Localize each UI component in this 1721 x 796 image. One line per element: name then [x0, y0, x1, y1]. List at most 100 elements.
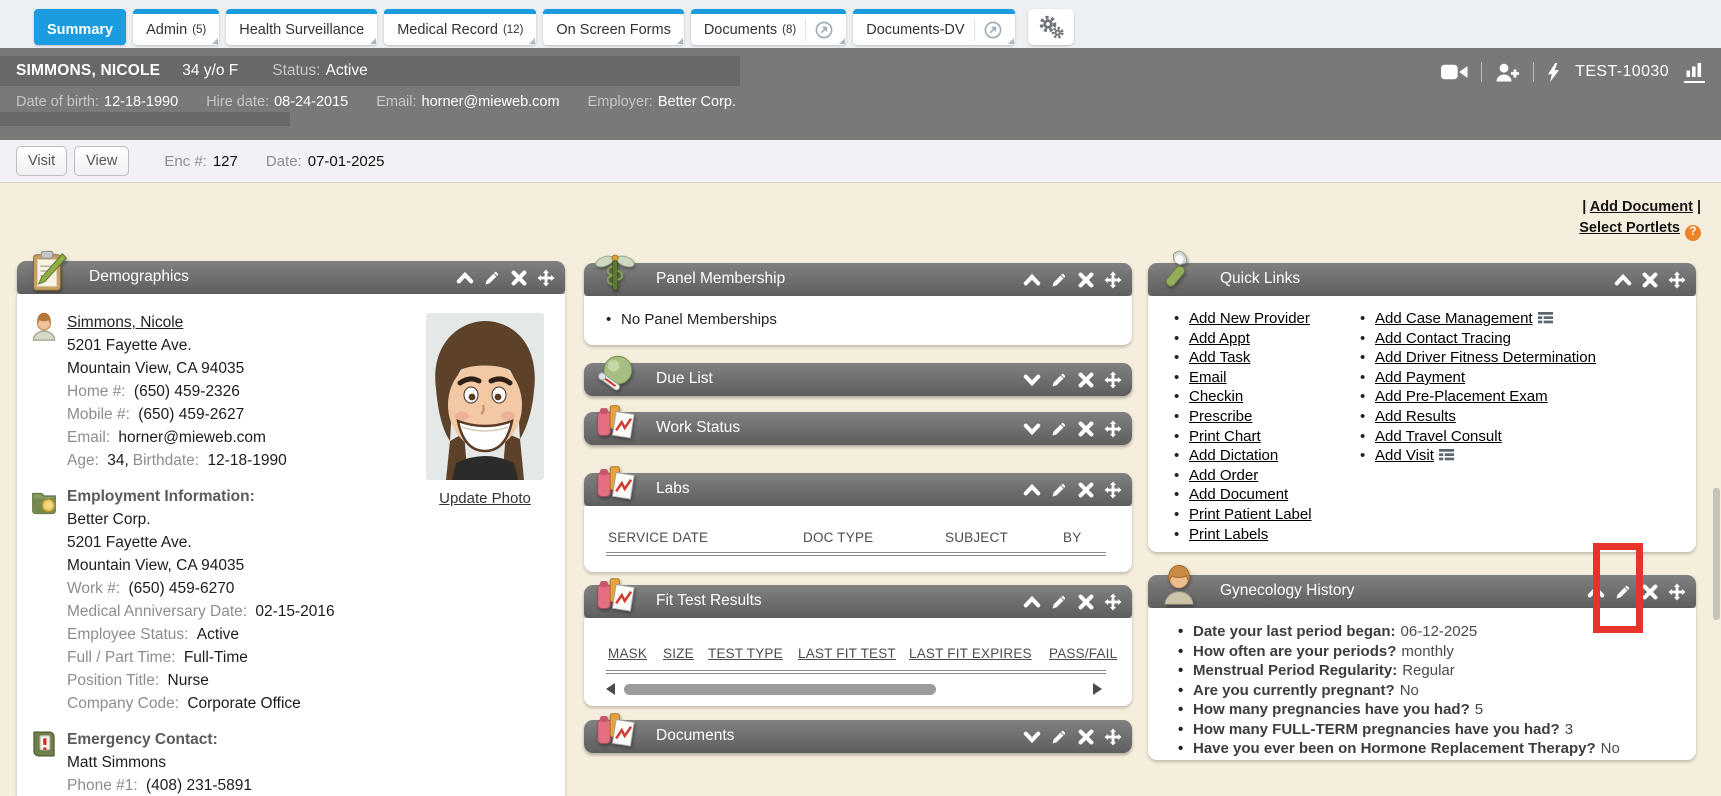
fit-test-column-header[interactable]: LAST FIT EXPIRES: [909, 646, 1032, 661]
demographics-collapse-button[interactable]: [456, 269, 474, 287]
quick-link-add-driver-fitness-determination[interactable]: Add Driver Fitness Determination: [1375, 349, 1596, 366]
quick-link-add-case-management[interactable]: Add Case Management: [1375, 310, 1533, 327]
portlet-header[interactable]: Fit Test Results: [584, 585, 1132, 618]
quick-link-add-contact-tracing[interactable]: Add Contact Tracing: [1375, 330, 1511, 347]
bar-chart-icon[interactable]: [1684, 62, 1705, 83]
quick-links-close-button[interactable]: [1641, 271, 1659, 289]
labs-collapse-button[interactable]: [1023, 481, 1041, 499]
work-status-expand-button[interactable]: [1023, 420, 1041, 438]
vertical-scrollbar-thumb[interactable]: [1713, 488, 1720, 620]
patient-chart-id: TEST-10030: [1575, 63, 1669, 81]
labs-close-button[interactable]: [1077, 481, 1095, 499]
labs-edit-button[interactable]: [1050, 481, 1068, 499]
due-list-edit-button[interactable]: [1050, 371, 1068, 389]
panel-membership-collapse-button[interactable]: [1023, 271, 1041, 289]
tab-summary[interactable]: Summary: [34, 9, 126, 45]
tab-label: Admin: [146, 22, 187, 38]
panel-membership-close-button[interactable]: [1077, 271, 1095, 289]
panel-membership-move-handle[interactable]: [1104, 271, 1122, 289]
video-camera-icon[interactable]: [1441, 63, 1468, 81]
quick-links-move-handle[interactable]: [1668, 271, 1686, 289]
fit-test-move-handle[interactable]: [1104, 593, 1122, 611]
update-photo-link[interactable]: Update Photo: [432, 490, 538, 507]
quick-link-checkin[interactable]: Checkin: [1189, 388, 1243, 405]
view-button[interactable]: View: [74, 146, 129, 176]
portlet-header[interactable]: Documents: [584, 720, 1132, 753]
fit-test-column-header[interactable]: TEST TYPE: [708, 646, 783, 661]
portlet-header[interactable]: Demographics: [17, 261, 565, 294]
quick-link-add-payment[interactable]: Add Payment: [1375, 369, 1465, 386]
fit-test-edit-button[interactable]: [1050, 593, 1068, 611]
demographics-move-handle[interactable]: [537, 269, 555, 287]
fit-test-close-button[interactable]: [1077, 593, 1095, 611]
fit-test-collapse-button[interactable]: [1023, 593, 1041, 611]
documents-move-handle[interactable]: [1104, 728, 1122, 746]
tab-documents-dv[interactable]: Documents-DV: [853, 9, 1014, 45]
quick-link-prescribe[interactable]: Prescribe: [1189, 408, 1252, 425]
tab-on-screen-forms[interactable]: On Screen Forms: [543, 9, 683, 45]
tab-documents[interactable]: Documents(8): [691, 9, 846, 45]
fit-test-column-header[interactable]: LAST FIT TEST: [798, 646, 896, 661]
quick-link-print-labels[interactable]: Print Labels: [1189, 526, 1268, 543]
scroll-left-arrow[interactable]: [606, 683, 615, 695]
demographics-edit-button[interactable]: [483, 269, 501, 287]
tab-admin[interactable]: Admin (5): [133, 9, 219, 45]
scroll-right-arrow[interactable]: [1093, 683, 1102, 695]
quick-link-print-chart[interactable]: Print Chart: [1189, 428, 1261, 445]
portlet-header[interactable]: Labs: [584, 473, 1132, 506]
quick-links-collapse-button[interactable]: [1614, 271, 1632, 289]
quick-link-add-travel-consult[interactable]: Add Travel Consult: [1375, 428, 1502, 445]
external-link-icon[interactable]: [805, 19, 833, 41]
portlet-header[interactable]: Panel Membership: [584, 263, 1132, 296]
gynecology-move-handle[interactable]: [1668, 583, 1686, 601]
due-list-expand-button[interactable]: [1023, 371, 1041, 389]
external-link-icon[interactable]: [974, 19, 1002, 41]
scrollbar-thumb[interactable]: [624, 684, 936, 695]
quick-link-add-pre-placement-exam[interactable]: Add Pre-Placement Exam: [1375, 388, 1548, 405]
labs-move-handle[interactable]: [1104, 481, 1122, 499]
quick-link-add-order[interactable]: Add Order: [1189, 467, 1258, 484]
answer-value: Regular: [1402, 662, 1455, 679]
documents-expand-button[interactable]: [1023, 728, 1041, 746]
fit-test-column-header[interactable]: MASK: [608, 646, 647, 661]
quick-link-add-visit[interactable]: Add Visit: [1375, 447, 1434, 464]
add-person-icon[interactable]: [1495, 63, 1520, 82]
annotation-highlight-box: [1593, 543, 1643, 633]
due-list-close-button[interactable]: [1077, 371, 1095, 389]
fit-test-column-header[interactable]: PASS/FAIL: [1049, 646, 1117, 661]
quick-link-print-patient-label[interactable]: Print Patient Label: [1189, 506, 1312, 523]
tab-medical-record[interactable]: Medical Record(12): [384, 9, 536, 45]
portlet-header[interactable]: Due List: [584, 363, 1132, 396]
visit-button[interactable]: Visit: [16, 146, 67, 176]
patient-name-link[interactable]: Simmons, Nicole: [67, 314, 183, 331]
tab-count: (5): [192, 24, 206, 36]
quick-link-add-appt[interactable]: Add Appt: [1189, 330, 1250, 347]
fit-test-column-header[interactable]: SIZE: [663, 646, 694, 661]
field-value: 34,: [107, 452, 129, 469]
quick-link-add-results[interactable]: Add Results: [1375, 408, 1456, 425]
quick-link-email[interactable]: Email: [1189, 369, 1227, 386]
portlet-panel-membership: Panel Membership No Panel Memberships: [584, 263, 1132, 345]
documents-edit-button[interactable]: [1050, 728, 1068, 746]
quick-link-add-task[interactable]: Add Task: [1189, 349, 1250, 366]
portlet-header[interactable]: Work Status: [584, 412, 1132, 445]
work-status-move-handle[interactable]: [1104, 420, 1122, 438]
gynecology-close-button[interactable]: [1641, 583, 1659, 601]
gynecology-item: How many FULL-TERM pregnancies have you …: [1178, 720, 1688, 740]
settings-button[interactable]: [1028, 9, 1074, 45]
demographics-close-button[interactable]: [510, 269, 528, 287]
quick-link-add-dictation[interactable]: Add Dictation: [1189, 447, 1278, 464]
documents-close-button[interactable]: [1077, 728, 1095, 746]
quick-link-add-document[interactable]: Add Document: [1189, 486, 1288, 503]
portlet-quick-links: Quick Links Add New Provider Add Appt Add …: [1148, 263, 1696, 552]
tab-health-surveillance[interactable]: Health Surveillance: [226, 9, 377, 45]
quick-link-add-new-provider[interactable]: Add New Provider: [1189, 310, 1310, 327]
enc-date-label: Date:: [266, 153, 302, 170]
portlet-header[interactable]: Quick Links: [1148, 263, 1696, 296]
panel-membership-edit-button[interactable]: [1050, 271, 1068, 289]
lightning-icon[interactable]: [1547, 63, 1560, 82]
due-list-move-handle[interactable]: [1104, 371, 1122, 389]
work-status-edit-button[interactable]: [1050, 420, 1068, 438]
tab-fold-decoration: [1008, 38, 1014, 44]
work-status-close-button[interactable]: [1077, 420, 1095, 438]
